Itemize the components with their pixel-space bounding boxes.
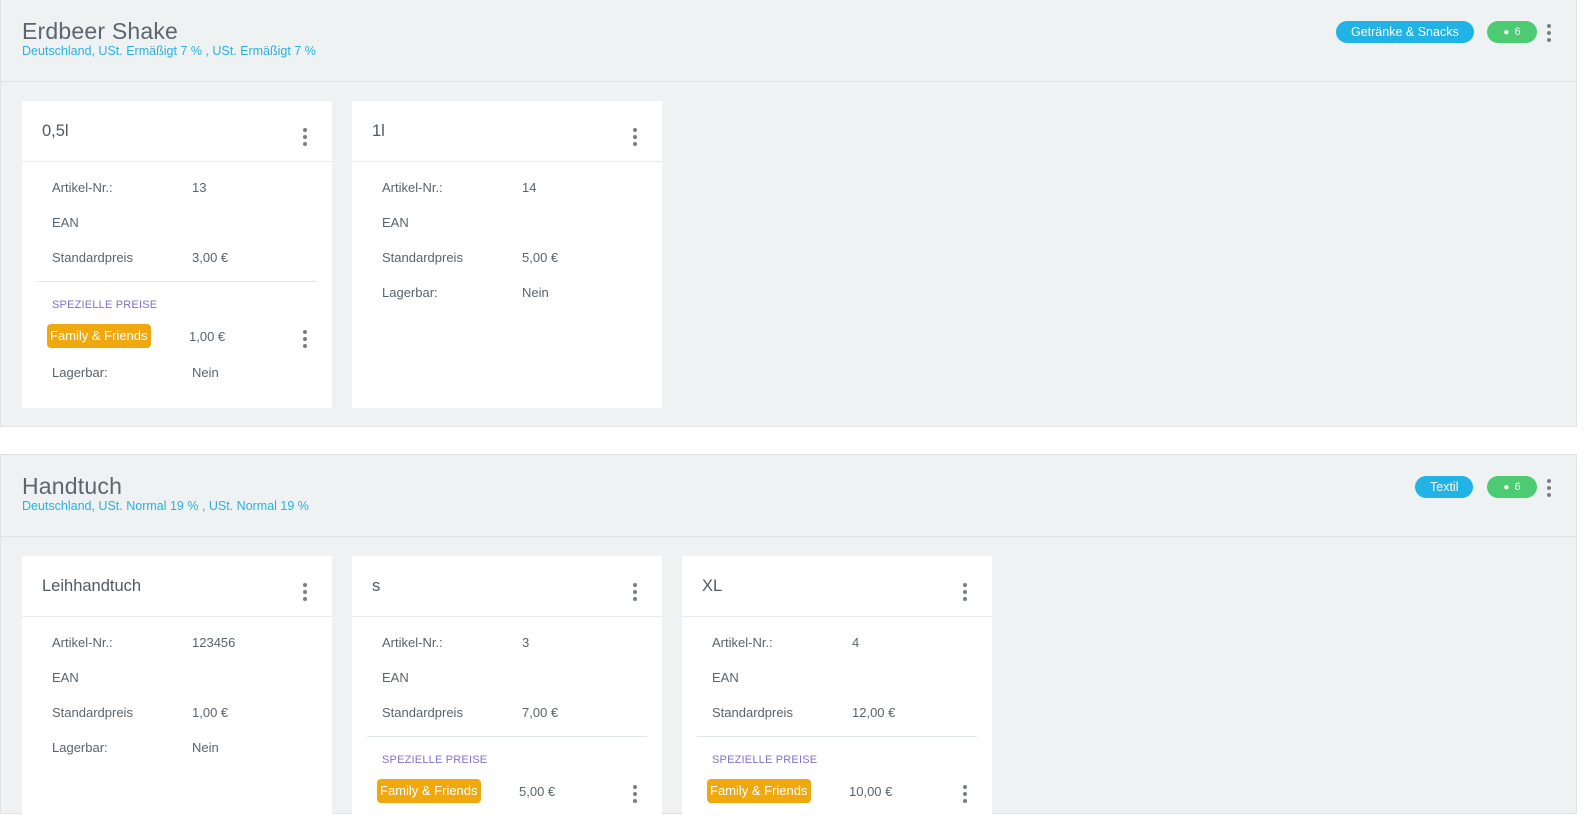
- lagerbar-label: Lagerbar:: [382, 285, 438, 300]
- artikel-value: 13: [192, 180, 207, 195]
- category-badge[interactable]: Getränke & Snacks: [1336, 21, 1474, 43]
- variant-card-leihhandtuch: Leihhandtuch Artikel-Nr.: 123456 EAN Sta…: [22, 556, 332, 816]
- standardpreis-label: Standardpreis: [382, 250, 463, 265]
- special-price-menu-icon[interactable]: [632, 785, 638, 803]
- special-prices-label: SPEZIELLE PREISE: [382, 754, 488, 766]
- special-price-value: 5,00 €: [519, 784, 556, 799]
- variant-menu-icon[interactable]: [632, 128, 638, 146]
- product-panel-handtuch: Handtuch Deutschland, USt. Normal 19 % ,…: [0, 454, 1577, 816]
- variant-card-xl: XL Artikel-Nr.: 4 EAN Standardpreis 12,0…: [682, 556, 992, 816]
- variant-name: s: [372, 577, 381, 595]
- variant-card-header: XL: [682, 556, 992, 617]
- standardpreis-value: 1,00 €: [192, 705, 229, 720]
- artikel-label: Artikel-Nr.:: [382, 635, 443, 650]
- product-title: Erdbeer Shake: [22, 18, 179, 44]
- artikel-value: 3: [522, 635, 530, 650]
- special-price-group-badge: Family & Friends: [377, 779, 481, 803]
- lagerbar-value: Nein: [522, 285, 549, 300]
- special-prices-label: SPEZIELLE PREISE: [712, 754, 818, 766]
- product-tax-info: Deutschland, USt. Normal 19 % , USt. Nor…: [22, 499, 309, 513]
- standardpreis-value: 7,00 €: [522, 705, 559, 720]
- divider: [37, 281, 317, 282]
- ean-label: EAN: [382, 670, 409, 685]
- artikel-label: Artikel-Nr.:: [52, 180, 113, 195]
- lagerbar-value: Nein: [192, 740, 219, 755]
- lagerbar-value: Nein: [192, 365, 219, 380]
- artikel-label: Artikel-Nr.:: [712, 635, 773, 650]
- special-price-group-badge: Family & Friends: [707, 779, 811, 803]
- lagerbar-label: Lagerbar:: [52, 740, 108, 755]
- variant-name: 1l: [372, 122, 385, 140]
- variant-name: Leihhandtuch: [42, 577, 142, 595]
- ean-label: EAN: [382, 215, 409, 230]
- product-header: Handtuch Deutschland, USt. Normal 19 % ,…: [1, 455, 1576, 537]
- variant-menu-icon[interactable]: [302, 583, 308, 601]
- special-prices-label: SPEZIELLE PREISE: [52, 299, 158, 311]
- product-menu-icon[interactable]: [1546, 24, 1552, 42]
- variant-card-header: s: [352, 556, 662, 617]
- artikel-value: 123456: [192, 635, 236, 650]
- special-price-value: 10,00 €: [849, 784, 893, 799]
- artikel-label: Artikel-Nr.:: [382, 180, 443, 195]
- divider: [367, 736, 647, 737]
- special-price-value: 1,00 €: [189, 329, 226, 344]
- locations-count: 6: [1514, 481, 1521, 493]
- standardpreis-value: 3,00 €: [192, 250, 229, 265]
- special-price-group-badge: Family & Friends: [47, 324, 151, 348]
- variant-card-header: Leihhandtuch: [22, 556, 332, 617]
- standardpreis-label: Standardpreis: [382, 705, 463, 720]
- product-header: Erdbeer Shake Deutschland, USt. Ermäßigt…: [1, 0, 1576, 82]
- product-panel-erdbeer-shake: Erdbeer Shake Deutschland, USt. Ermäßigt…: [0, 0, 1577, 427]
- lagerbar-label: Lagerbar:: [52, 365, 108, 380]
- variant-card-header: 0,5l: [22, 101, 332, 162]
- product-title: Handtuch: [22, 473, 123, 499]
- ean-label: EAN: [52, 670, 79, 685]
- artikel-label: Artikel-Nr.:: [52, 635, 113, 650]
- standardpreis-value: 5,00 €: [522, 250, 559, 265]
- variant-card-0-5l: 0,5l Artikel-Nr.: 13 EAN Standardpreis 3…: [22, 101, 332, 408]
- variant-name: XL: [702, 577, 723, 595]
- divider: [697, 736, 977, 737]
- variant-menu-icon[interactable]: [632, 583, 638, 601]
- artikel-value: 4: [852, 635, 860, 650]
- special-price-menu-icon[interactable]: [302, 330, 308, 348]
- variant-name: 0,5l: [42, 122, 69, 140]
- variant-card-header: 1l: [352, 101, 662, 162]
- ean-label: EAN: [52, 215, 79, 230]
- standardpreis-label: Standardpreis: [52, 250, 133, 265]
- locations-badge[interactable]: ● 6: [1487, 21, 1537, 43]
- locations-badge[interactable]: ● 6: [1487, 476, 1537, 498]
- variant-card-s: s Artikel-Nr.: 3 EAN Standardpreis 7,00 …: [352, 556, 662, 816]
- product-menu-icon[interactable]: [1546, 479, 1552, 497]
- locations-count: 6: [1514, 26, 1521, 38]
- standardpreis-value: 12,00 €: [852, 705, 896, 720]
- variant-card-1l: 1l Artikel-Nr.: 14 EAN Standardpreis 5,0…: [352, 101, 662, 408]
- variant-menu-icon[interactable]: [302, 128, 308, 146]
- ean-label: EAN: [712, 670, 739, 685]
- special-price-menu-icon[interactable]: [962, 785, 968, 803]
- product-tax-info: Deutschland, USt. Ermäßigt 7 % , USt. Er…: [22, 44, 316, 58]
- standardpreis-label: Standardpreis: [52, 705, 133, 720]
- artikel-value: 14: [522, 180, 537, 195]
- category-badge[interactable]: Textil: [1415, 476, 1474, 498]
- map-pin-icon: ●: [1503, 482, 1510, 493]
- standardpreis-label: Standardpreis: [712, 705, 793, 720]
- variant-menu-icon[interactable]: [962, 583, 968, 601]
- map-pin-icon: ●: [1503, 27, 1510, 38]
